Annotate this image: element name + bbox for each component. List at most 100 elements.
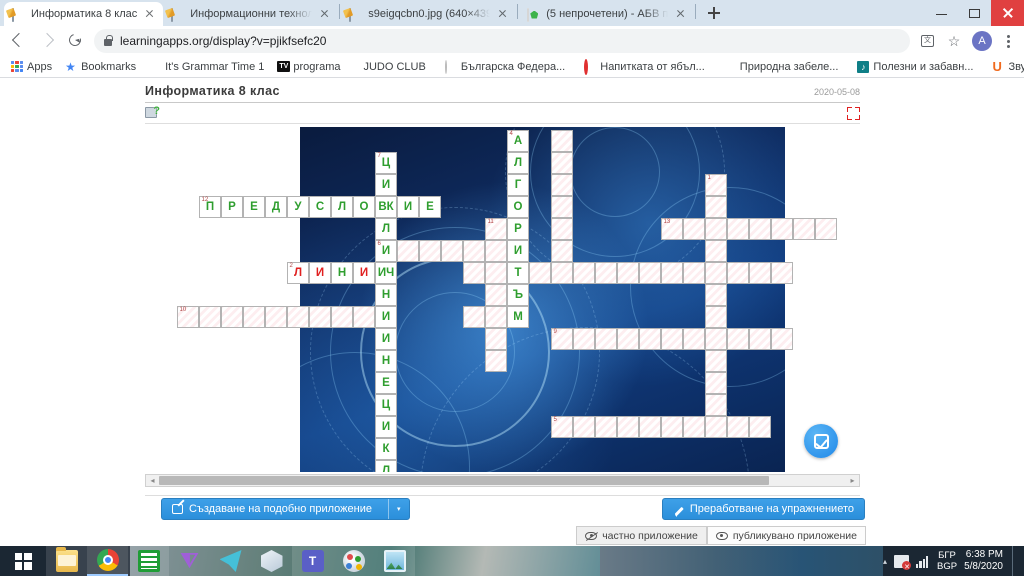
crossword-cell[interactable]: [727, 262, 749, 284]
crossword-cell[interactable]: И: [375, 416, 397, 438]
crossword-cell[interactable]: И: [375, 328, 397, 350]
crossword-cell[interactable]: Ъ: [507, 284, 529, 306]
crossword-cell[interactable]: Ц: [375, 394, 397, 416]
close-tab-icon[interactable]: [674, 7, 688, 21]
crossword-cell[interactable]: 13: [661, 218, 683, 240]
crossword-grid[interactable]: П 12 Р Е Д У С Л О В К И Е Л 2 И Н И И Ч А 4 Л Г О Р И Т Ъ М Ц 7 И Л И 6 Н И И…: [145, 127, 860, 472]
crossword-cell[interactable]: [705, 240, 727, 262]
address-bar[interactable]: learningapps.org/display?v=pjikfsefc20: [94, 29, 910, 53]
crossword-cell[interactable]: [551, 240, 573, 262]
crossword-cell[interactable]: [617, 416, 639, 438]
crossword-cell[interactable]: Л2: [287, 262, 309, 284]
crossword-cell[interactable]: [749, 218, 771, 240]
crossword-cell[interactable]: [309, 306, 331, 328]
maximize-button[interactable]: [958, 0, 991, 26]
paint-icon[interactable]: [333, 546, 374, 576]
scroll-right-arrow-icon[interactable]: ▸: [846, 475, 859, 486]
crossword-cell[interactable]: О: [507, 196, 529, 218]
crossword-cell[interactable]: Л: [507, 152, 529, 174]
crossword-cell[interactable]: [683, 262, 705, 284]
crossword-cell[interactable]: Д: [265, 196, 287, 218]
help-question-icon[interactable]: ?: [145, 106, 160, 120]
calculator-icon[interactable]: [128, 546, 169, 576]
crossword-cell[interactable]: [551, 196, 573, 218]
crossword-cell[interactable]: [639, 328, 661, 350]
bookmark-judo-club[interactable]: JUDO CLUB: [358, 59, 430, 75]
crossword-cell[interactable]: [595, 262, 617, 284]
close-window-button[interactable]: [991, 0, 1024, 26]
horizontal-scrollbar[interactable]: ◂ ▸: [145, 474, 860, 487]
crossword-cell[interactable]: [573, 262, 595, 284]
telegram-icon[interactable]: [210, 546, 251, 576]
create-similar-app-button[interactable]: Създаване на подобно приложение ▾: [161, 498, 410, 520]
crossword-cell[interactable]: И: [507, 240, 529, 262]
crossword-cell[interactable]: Г: [507, 174, 529, 196]
crossword-cell[interactable]: [727, 328, 749, 350]
crossword-cell[interactable]: [705, 218, 727, 240]
crossword-cell[interactable]: [595, 328, 617, 350]
back-button[interactable]: [6, 28, 32, 54]
close-tab-icon[interactable]: [318, 7, 332, 21]
close-tab-icon[interactable]: [143, 7, 157, 21]
crossword-cell[interactable]: [551, 218, 573, 240]
crossword-cell[interactable]: Л: [375, 218, 397, 240]
crossword-cell[interactable]: К: [375, 438, 397, 460]
crossword-cell[interactable]: 5: [551, 416, 573, 438]
crossword-cell[interactable]: [551, 262, 573, 284]
crossword-cell[interactable]: 10: [177, 306, 199, 328]
bookmark-bookmarks[interactable]: ★ Bookmarks: [60, 59, 141, 75]
chrome-menu-icon[interactable]: [998, 29, 1018, 53]
crossword-cell[interactable]: Т: [507, 262, 529, 284]
crossword-cell[interactable]: И: [353, 262, 375, 284]
crossword-cell[interactable]: [573, 416, 595, 438]
crossword-cell[interactable]: И: [375, 306, 397, 328]
crossword-cell[interactable]: [749, 328, 771, 350]
3d-viewer-icon[interactable]: [251, 546, 292, 576]
crossword-cell[interactable]: [749, 416, 771, 438]
crossword-cell[interactable]: [485, 240, 507, 262]
crossword-cell[interactable]: И6: [375, 240, 397, 262]
crossword-cell[interactable]: [771, 328, 793, 350]
crossword-cell[interactable]: [771, 262, 793, 284]
start-button[interactable]: [0, 546, 46, 576]
crossword-cell[interactable]: [397, 240, 419, 262]
crossword-cell[interactable]: Л: [375, 460, 397, 472]
browser-tab-3[interactable]: s9eigqcbn0.jpg (640×439): [341, 2, 516, 26]
crossword-cell[interactable]: [551, 174, 573, 196]
crossword-cell[interactable]: [221, 306, 243, 328]
crossword-cell[interactable]: [705, 262, 727, 284]
minimize-button[interactable]: [925, 0, 958, 26]
bookmark-grammar-time[interactable]: It's Grammar Time 1: [144, 59, 269, 75]
crossword-cell[interactable]: [683, 328, 705, 350]
browser-tab-1[interactable]: Информатика 8 клас: [4, 2, 164, 26]
bookmark-useful-fun[interactable]: ♪ Полезни и забавн...: [852, 59, 978, 75]
crossword-cell[interactable]: [529, 262, 551, 284]
close-tab-icon[interactable]: [496, 7, 510, 21]
clock[interactable]: 6:38 PM 5/8/2020: [964, 549, 1005, 573]
avatar[interactable]: A: [972, 31, 992, 51]
crossword-cell[interactable]: [485, 284, 507, 306]
bookmark-bulgarian-federation[interactable]: Българска Федера...: [440, 59, 570, 75]
vscode-icon[interactable]: ⧨: [169, 546, 210, 576]
bookmark-apps[interactable]: Apps: [6, 59, 57, 75]
crossword-cell[interactable]: 1: [705, 174, 727, 196]
teams-icon[interactable]: T: [292, 546, 333, 576]
scroll-left-arrow-icon[interactable]: ◂: [146, 475, 159, 486]
crossword-cell[interactable]: Л: [331, 196, 353, 218]
crossword-cell[interactable]: Р: [507, 218, 529, 240]
private-app-option[interactable]: частно приложение: [576, 526, 707, 545]
reload-button[interactable]: [62, 28, 88, 54]
crossword-cell[interactable]: Е: [419, 196, 441, 218]
crossword-cell[interactable]: [749, 262, 771, 284]
crossword-cell[interactable]: [243, 306, 265, 328]
crossword-cell[interactable]: ВК: [375, 196, 397, 218]
crossword-cell[interactable]: [441, 240, 463, 262]
rework-exercise-button[interactable]: Преработване на упражнението: [661, 498, 865, 520]
crossword-cell[interactable]: С: [309, 196, 331, 218]
crossword-cell[interactable]: [485, 262, 507, 284]
crossword-cell[interactable]: [771, 218, 793, 240]
crossword-cell[interactable]: [705, 372, 727, 394]
crossword-cell[interactable]: [463, 240, 485, 262]
crossword-cell[interactable]: [265, 306, 287, 328]
crossword-cell[interactable]: [705, 306, 727, 328]
